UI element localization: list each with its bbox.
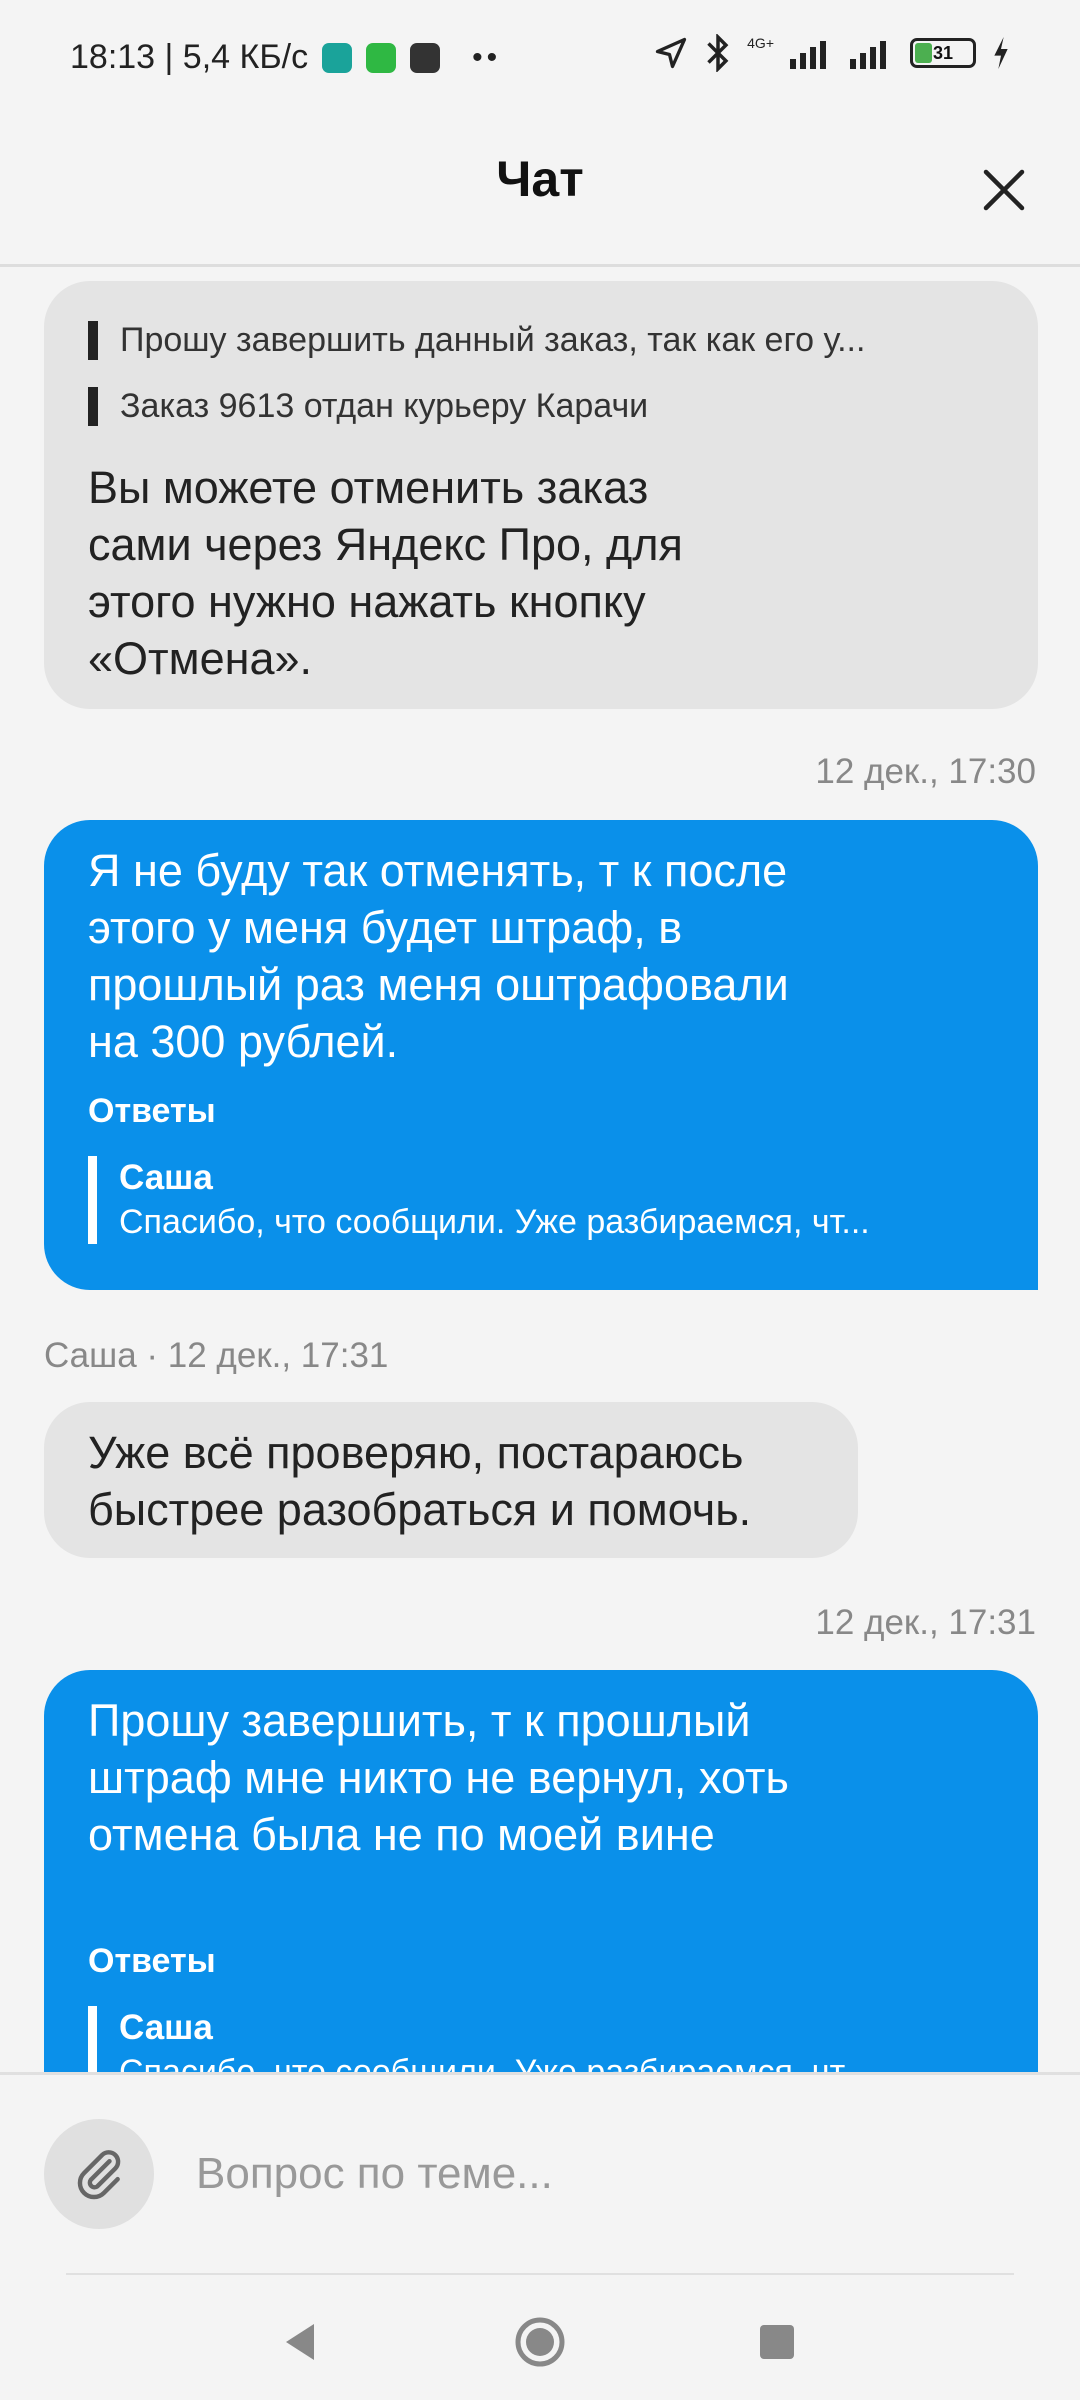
app-notification-icon (410, 42, 441, 73)
quoted-message: Заказ 9613 отдан курьеру Карачи (88, 387, 1000, 426)
message-bubble-incoming[interactable]: Прошу завершить данный заказ, так как ег… (44, 281, 1038, 709)
paperclip-icon (77, 2150, 121, 2200)
message-author-time: Саша · 12 дек., 17:31 (44, 1336, 389, 1375)
more-notifications-dots: •• (472, 40, 502, 74)
recents-button[interactable] (737, 2302, 817, 2382)
message-timestamp: 12 дек., 17:31 (815, 1603, 1036, 1642)
quoted-message: Прошу завершить данный заказ, так как ег… (88, 321, 1000, 360)
system-navigation-bar (0, 2272, 1080, 2400)
reply-preview[interactable]: Саша Спасибо, что сообщили. Уже разбирае… (88, 1156, 979, 1244)
home-icon (515, 2317, 565, 2367)
message-text: Я не буду так отменять, т к после этого … (88, 845, 789, 1067)
replies-title: Ответы (88, 1092, 216, 1130)
message-text: Прошу завершить, т к прошлый штраф мне н… (88, 1695, 789, 1860)
page-title: Чат (496, 151, 584, 207)
message-bubble-outgoing[interactable]: Прошу завершить, т к прошлый штраф мне н… (44, 1670, 1038, 2140)
navigation-arrow-icon (655, 37, 687, 69)
status-right: 4G+ 31 (653, 34, 1010, 72)
charging-icon (994, 37, 1008, 69)
network-type: 4G+ (747, 35, 774, 51)
status-left: 18:13 | 5,4 КБ/с •• (70, 38, 501, 77)
bluetooth-icon (707, 34, 729, 72)
status-bar: 18:13 | 5,4 КБ/с •• 4G+ 31 (0, 0, 1080, 120)
chat-header: Чат (0, 120, 1080, 267)
message-bubble-outgoing[interactable]: Я не буду так отменять, т к после этого … (44, 820, 1038, 1290)
home-button[interactable] (500, 2302, 580, 2382)
status-time: 18:13 | 5,4 КБ/с (70, 38, 309, 76)
replies-title: Ответы (88, 1942, 216, 1980)
back-button[interactable] (260, 2302, 340, 2382)
message-text: Уже всё проверяю, постараюсь быстрее раз… (88, 1427, 752, 1535)
signal-icon (790, 41, 826, 69)
app-notification-icon (322, 42, 353, 73)
message-composer: Вопрос по теме... (0, 2072, 1080, 2275)
close-button[interactable] (964, 150, 1044, 230)
close-icon (983, 169, 1025, 211)
message-text: Вы можете отменить заказ сами через Янде… (88, 462, 683, 684)
reply-author: Саша (119, 1158, 213, 1197)
back-icon (286, 2324, 314, 2360)
battery-icon: 31 (910, 38, 976, 68)
battery-percent: 31 (932, 43, 954, 63)
message-bubble-incoming[interactable]: Уже всё проверяю, постараюсь быстрее раз… (44, 1402, 858, 1558)
attach-button[interactable] (44, 2119, 154, 2229)
reply-text: Спасибо, что сообщили. Уже разбираемся, … (119, 1203, 870, 1241)
reply-author: Саша (119, 2008, 213, 2047)
whatsapp-icon (366, 42, 397, 73)
message-timestamp: 12 дек., 17:30 (815, 752, 1036, 791)
signal-icon (850, 41, 886, 69)
message-input[interactable]: Вопрос по теме... (196, 2119, 1016, 2229)
recents-icon (760, 2325, 794, 2359)
